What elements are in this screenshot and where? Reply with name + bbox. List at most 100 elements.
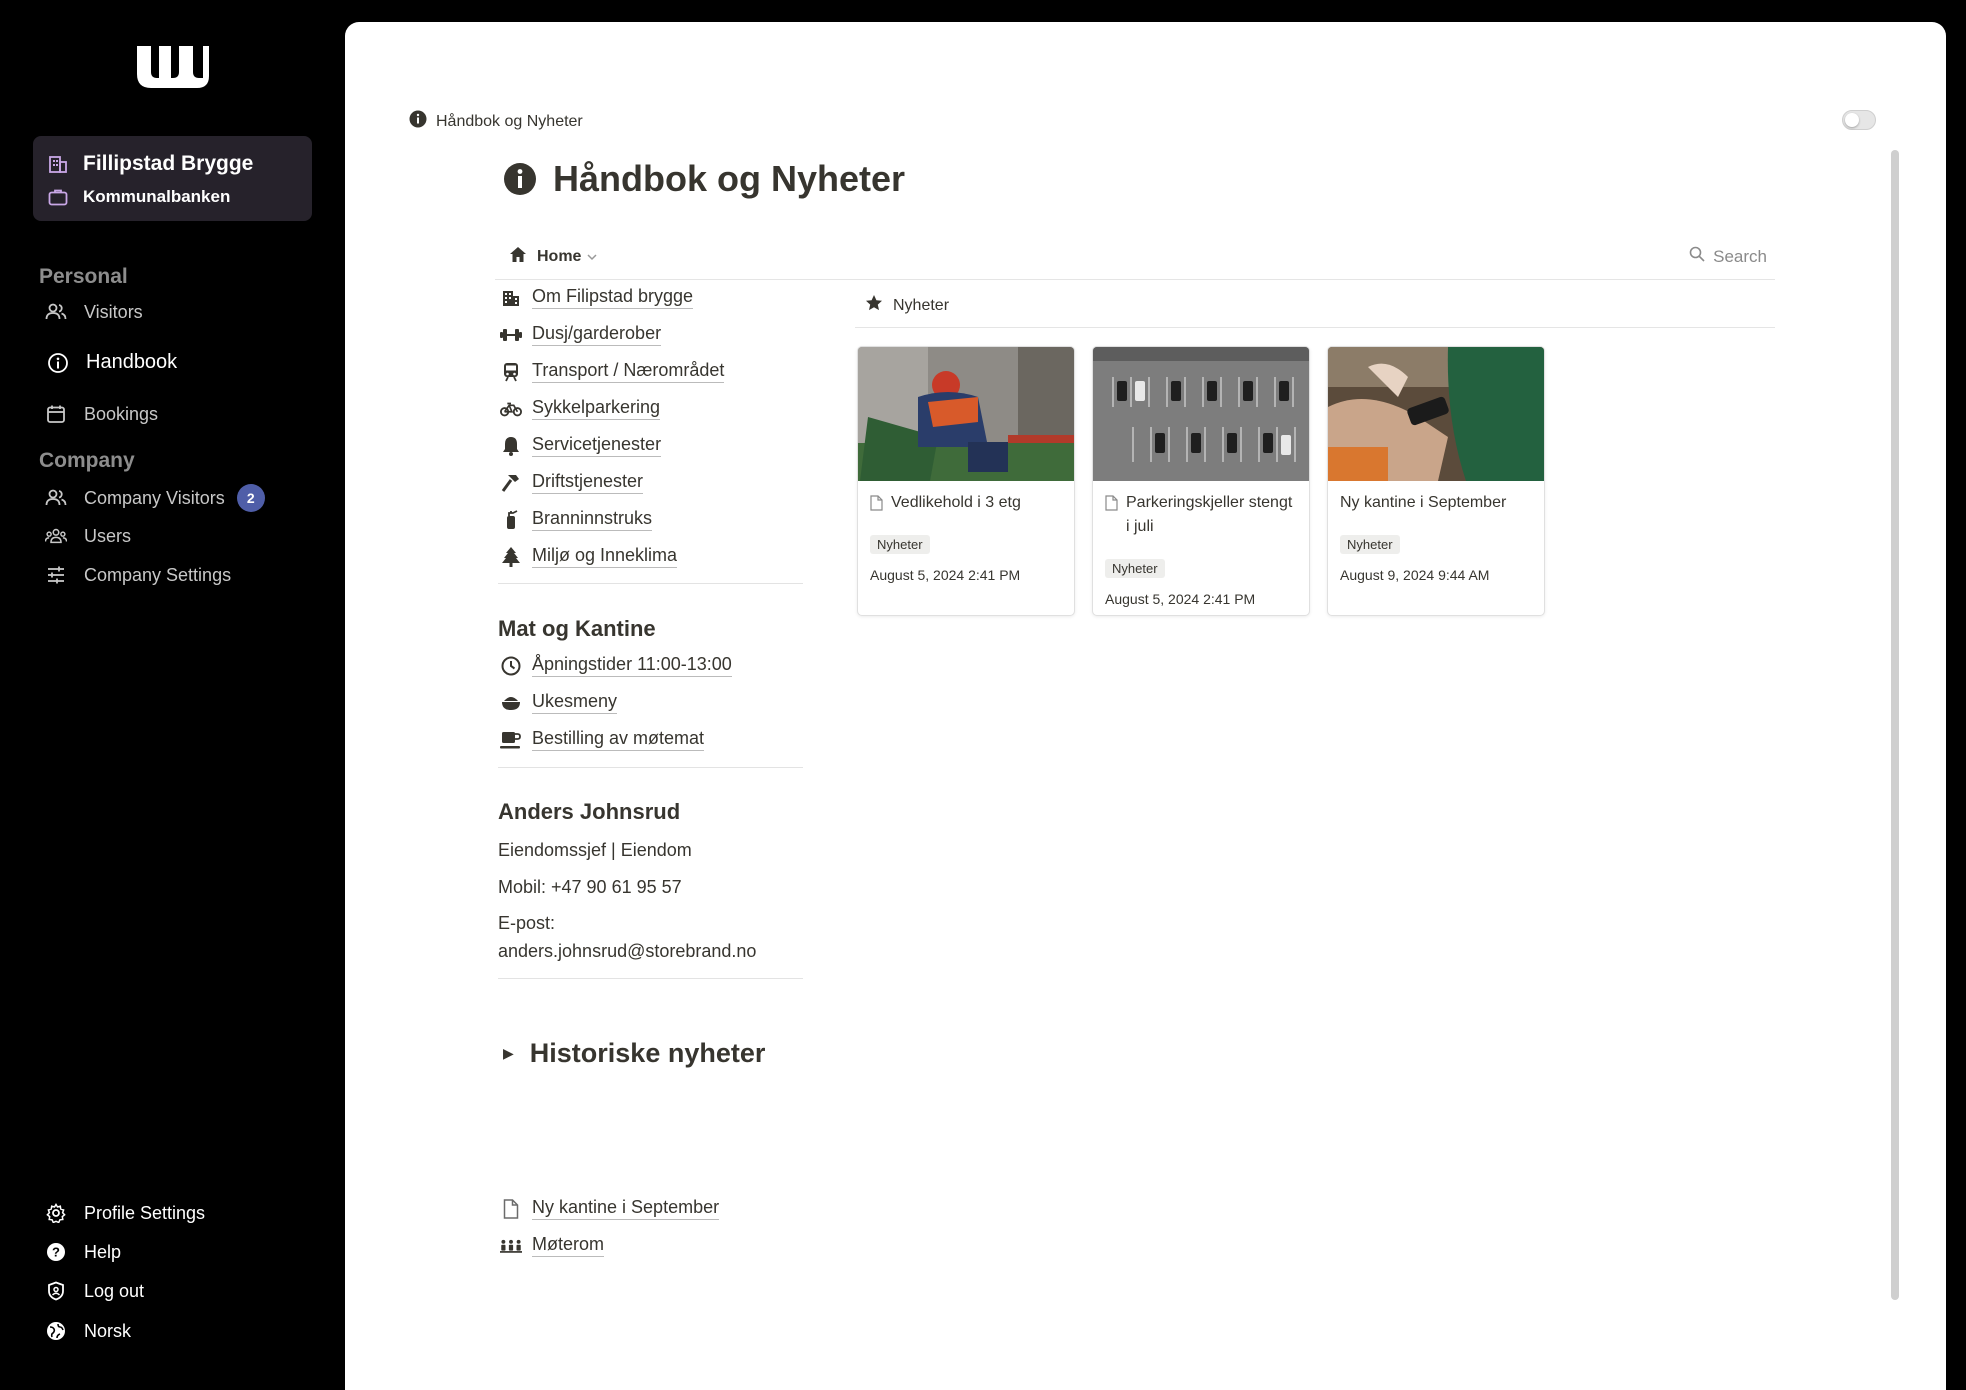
news-date: August 9, 2024 9:44 AM: [1340, 567, 1490, 583]
info-icon: [409, 110, 427, 133]
link-drift[interactable]: Driftstjenester: [500, 471, 644, 494]
svg-text:?: ?: [52, 1245, 60, 1260]
link-label: Driftstjenester: [532, 471, 644, 494]
link-service[interactable]: Servicetjenester: [500, 434, 662, 457]
news-image-canteen: [1328, 347, 1544, 481]
building-icon: [500, 287, 522, 309]
link-label: Ny kantine i September: [532, 1197, 720, 1220]
theme-toggle[interactable]: [1842, 110, 1876, 130]
link-sykkel[interactable]: Sykkelparkering: [500, 397, 661, 420]
nav-log-out[interactable]: Log out: [45, 1280, 144, 1302]
nav-users[interactable]: Users: [45, 525, 131, 547]
info-icon: [504, 163, 536, 195]
news-view-tab[interactable]: Nyheter: [865, 294, 949, 317]
breadcrumb-label: Håndbok og Nyheter: [436, 112, 583, 130]
dumbbell-icon: [500, 324, 522, 346]
page-icon: [1105, 495, 1118, 539]
divider: [498, 767, 803, 768]
nav-visitors[interactable]: Visitors: [45, 301, 143, 323]
sidebar: Fillipstad Brygge Kommunalbanken Persona…: [0, 0, 345, 1390]
nav-handbook[interactable]: Handbook: [47, 351, 177, 374]
news-title: Parkeringskjeller stengt i juli: [1105, 491, 1299, 539]
org-name: Fillipstad Brygge: [83, 152, 254, 175]
news-title-text: Vedlikehold i 3 etg: [891, 494, 1021, 511]
page-title: Håndbok og Nyheter: [503, 158, 905, 200]
link-brann[interactable]: Branninnstruks: [500, 508, 653, 531]
globe-icon: [45, 1320, 67, 1342]
building-icon: [47, 153, 69, 175]
hammer-icon: [500, 472, 522, 494]
news-image-parking: [1093, 347, 1309, 481]
link-label: Ukesmeny: [532, 691, 618, 714]
nav-help[interactable]: ? Help: [45, 1241, 121, 1263]
nav-profile-settings[interactable]: Profile Settings: [45, 1202, 205, 1224]
nav-users-label: Users: [84, 525, 132, 546]
link-transport[interactable]: Transport / Nærområdet: [500, 360, 725, 383]
news-view-label: Nyheter: [893, 296, 950, 314]
bicycle-icon: [500, 398, 522, 420]
page-icon: [500, 1198, 522, 1220]
nav-company-settings[interactable]: Company Settings: [45, 564, 231, 586]
breadcrumb[interactable]: Håndbok og Nyheter: [409, 110, 583, 133]
news-title: Vedlikehold i 3 etg: [870, 491, 1064, 519]
gear-icon: [45, 1202, 67, 1224]
shield-icon: [45, 1280, 67, 1302]
section-company: Company: [39, 449, 135, 472]
search-button[interactable]: Search: [1689, 246, 1767, 267]
link-dusj[interactable]: Dusj/garderober: [500, 323, 662, 346]
home-icon: [509, 246, 527, 268]
link-label: Sykkelparkering: [532, 397, 661, 420]
link-label: Miljø og Inneklima: [532, 545, 678, 568]
nav-language[interactable]: Norsk: [45, 1320, 131, 1342]
clock-icon: [500, 655, 522, 677]
link-ukesmeny[interactable]: Ukesmeny: [500, 691, 618, 714]
triangle-right-icon: ▶: [503, 1045, 514, 1061]
help-icon: ?: [45, 1241, 67, 1263]
view-tabs: Home Search: [495, 218, 1775, 280]
divider: [855, 327, 1775, 328]
link-label: Dusj/garderober: [532, 323, 662, 346]
contact-email-label: E-post:: [498, 913, 556, 933]
nav-bookings[interactable]: Bookings: [45, 403, 158, 425]
link-apningstider[interactable]: Åpningstider 11:00-13:00: [500, 654, 732, 677]
historic-news-toggle[interactable]: ▶ Historiske nyheter: [503, 1038, 765, 1069]
news-card[interactable]: Ny kantine i September Nyheter August 9,…: [1327, 346, 1545, 616]
nav-company-visitors[interactable]: Company Visitors 2: [45, 484, 265, 512]
train-icon: [500, 361, 522, 383]
news-title-text: Parkeringskjeller stengt i juli: [1126, 494, 1293, 535]
tab-home[interactable]: Home: [509, 246, 597, 268]
nav-visitors-label: Visitors: [84, 301, 143, 322]
nav-bookings-label: Bookings: [84, 403, 159, 424]
briefcase-icon: [47, 186, 69, 208]
chevron-down-icon: [587, 248, 597, 266]
coffee-icon: [500, 729, 522, 751]
org-switcher[interactable]: Fillipstad Brygge Kommunalbanken: [33, 136, 312, 221]
app-logo[interactable]: [135, 44, 209, 88]
scrollbar[interactable]: [1891, 150, 1899, 1300]
page-title-text: Håndbok og Nyheter: [553, 158, 906, 199]
main-panel: Håndbok og Nyheter Håndbok og Nyheter Ho…: [345, 22, 1946, 1390]
link-ny-kantine[interactable]: Ny kantine i September: [500, 1197, 720, 1220]
nav-company-settings-label: Company Settings: [84, 564, 232, 585]
calendar-icon: [45, 403, 67, 425]
contact-mobile: Mobil: +47 90 61 95 57: [498, 877, 682, 897]
historic-news-title: Historiske nyheter: [529, 1038, 766, 1068]
link-motemat[interactable]: Bestilling av møtemat: [500, 728, 705, 751]
link-om-filipstad[interactable]: Om Filipstad brygge: [500, 286, 694, 309]
toggle-knob: [1845, 113, 1859, 127]
link-miljo[interactable]: Miljø og Inneklima: [500, 545, 678, 568]
link-moterom[interactable]: Møterom: [500, 1234, 604, 1257]
nav-log-out-label: Log out: [84, 1280, 145, 1301]
news-title-text: Ny kantine i September: [1340, 494, 1507, 511]
company-name: Kommunalbanken: [83, 187, 231, 206]
divider: [498, 583, 803, 584]
contact-email[interactable]: anders.johnsrud@storebrand.no: [498, 941, 756, 962]
link-label: Bestilling av møtemat: [532, 728, 705, 751]
link-label: Branninnstruks: [532, 508, 653, 531]
user-group-icon: [45, 525, 67, 547]
news-card[interactable]: Vedlikehold i 3 etg Nyheter August 5, 20…: [857, 346, 1075, 616]
search-icon: [1689, 246, 1705, 267]
nav-company-visitors-label: Company Visitors: [84, 487, 225, 508]
news-card[interactable]: Parkeringskjeller stengt i juli Nyheter …: [1092, 346, 1310, 616]
users-icon: [45, 487, 67, 509]
